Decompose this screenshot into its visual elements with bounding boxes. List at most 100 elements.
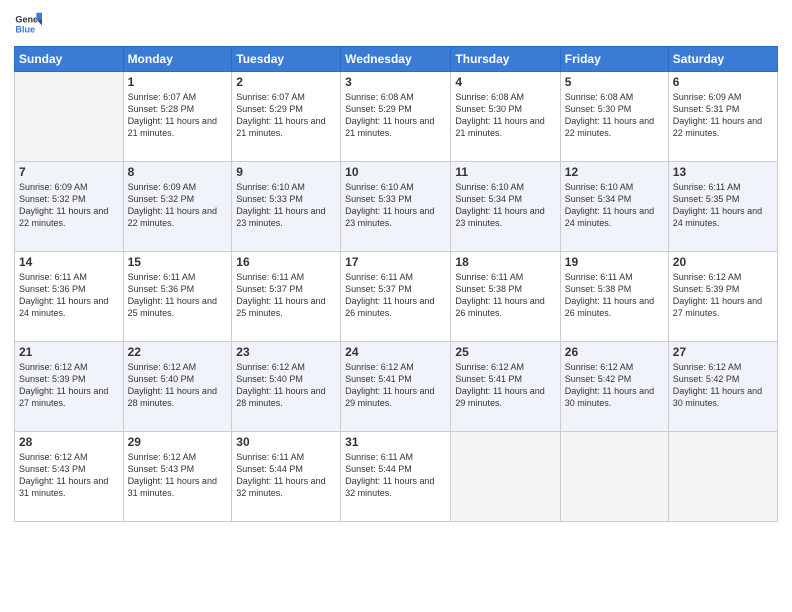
cell-info: Sunrise: 6:12 AMSunset: 5:41 PMDaylight:… bbox=[345, 362, 434, 408]
calendar-cell: 23 Sunrise: 6:12 AMSunset: 5:40 PMDayligh… bbox=[232, 342, 341, 432]
logo: General Blue bbox=[14, 10, 46, 38]
day-number: 18 bbox=[455, 255, 555, 269]
cell-info: Sunrise: 6:10 AMSunset: 5:33 PMDaylight:… bbox=[345, 182, 434, 228]
calendar-cell: 31Sunrise: 6:11 AMSunset: 5:44 PMDayligh… bbox=[341, 432, 451, 522]
day-number: 22 bbox=[128, 345, 228, 359]
calendar-cell: 14 Sunrise: 6:11 AMSunset: 5:36 PMDayligh… bbox=[15, 252, 124, 342]
day-number: 30 bbox=[236, 435, 336, 449]
calendar-cell: 19 Sunrise: 6:11 AMSunset: 5:38 PMDayligh… bbox=[560, 252, 668, 342]
cell-info: Sunrise: 6:11 AMSunset: 5:37 PMDaylight:… bbox=[236, 272, 325, 318]
header: General Blue bbox=[14, 10, 778, 38]
cell-info: Sunrise: 6:10 AMSunset: 5:34 PMDaylight:… bbox=[455, 182, 544, 228]
calendar-cell: 26 Sunrise: 6:12 AMSunset: 5:42 PMDayligh… bbox=[560, 342, 668, 432]
calendar-cell: 17 Sunrise: 6:11 AMSunset: 5:37 PMDayligh… bbox=[341, 252, 451, 342]
day-number: 26 bbox=[565, 345, 664, 359]
calendar-header-friday: Friday bbox=[560, 47, 668, 72]
calendar-week-4: 21 Sunrise: 6:12 AMSunset: 5:39 PMDayligh… bbox=[15, 342, 778, 432]
logo-icon: General Blue bbox=[14, 10, 42, 38]
calendar-cell: 28Sunrise: 6:12 AMSunset: 5:43 PMDayligh… bbox=[15, 432, 124, 522]
cell-info: Sunrise: 6:11 AMSunset: 5:37 PMDaylight:… bbox=[345, 272, 434, 318]
calendar-cell: 6 Sunrise: 6:09 AMSunset: 5:31 PMDaylight… bbox=[668, 72, 777, 162]
cell-info: Sunrise: 6:08 AMSunset: 5:29 PMDaylight:… bbox=[345, 92, 434, 138]
calendar-cell: 18 Sunrise: 6:11 AMSunset: 5:38 PMDayligh… bbox=[451, 252, 560, 342]
calendar-cell: 15 Sunrise: 6:11 AMSunset: 5:36 PMDayligh… bbox=[123, 252, 232, 342]
day-number: 21 bbox=[19, 345, 119, 359]
cell-info: Sunrise: 6:07 AMSunset: 5:28 PMDaylight:… bbox=[128, 92, 217, 138]
day-number: 27 bbox=[673, 345, 773, 359]
calendar-header-row: SundayMondayTuesdayWednesdayThursdayFrid… bbox=[15, 47, 778, 72]
calendar-cell: 25 Sunrise: 6:12 AMSunset: 5:41 PMDayligh… bbox=[451, 342, 560, 432]
calendar-cell: 24 Sunrise: 6:12 AMSunset: 5:41 PMDayligh… bbox=[341, 342, 451, 432]
cell-info: Sunrise: 6:08 AMSunset: 5:30 PMDaylight:… bbox=[455, 92, 544, 138]
calendar-cell bbox=[560, 432, 668, 522]
cell-info: Sunrise: 6:12 AMSunset: 5:42 PMDaylight:… bbox=[673, 362, 762, 408]
cell-info: Sunrise: 6:11 AMSunset: 5:35 PMDaylight:… bbox=[673, 182, 762, 228]
day-number: 14 bbox=[19, 255, 119, 269]
day-number: 10 bbox=[345, 165, 446, 179]
calendar-cell: 20Sunrise: 6:12 AMSunset: 5:39 PMDayligh… bbox=[668, 252, 777, 342]
calendar-cell: 5Sunrise: 6:08 AMSunset: 5:30 PMDaylight… bbox=[560, 72, 668, 162]
day-number: 13 bbox=[673, 165, 773, 179]
cell-info: Sunrise: 6:09 AMSunset: 5:32 PMDaylight:… bbox=[128, 182, 217, 228]
day-number: 29 bbox=[128, 435, 228, 449]
calendar-cell: 2Sunrise: 6:07 AMSunset: 5:29 PMDaylight… bbox=[232, 72, 341, 162]
calendar-header-tuesday: Tuesday bbox=[232, 47, 341, 72]
cell-info: Sunrise: 6:12 AMSunset: 5:39 PMDaylight:… bbox=[673, 272, 762, 318]
day-number: 2 bbox=[236, 75, 336, 89]
day-number: 19 bbox=[565, 255, 664, 269]
cell-info: Sunrise: 6:11 AMSunset: 5:44 PMDaylight:… bbox=[345, 452, 434, 498]
day-number: 24 bbox=[345, 345, 446, 359]
day-number: 3 bbox=[345, 75, 446, 89]
cell-info: Sunrise: 6:11 AMSunset: 5:36 PMDaylight:… bbox=[128, 272, 217, 318]
cell-info: Sunrise: 6:10 AMSunset: 5:34 PMDaylight:… bbox=[565, 182, 654, 228]
cell-info: Sunrise: 6:12 AMSunset: 5:40 PMDaylight:… bbox=[128, 362, 217, 408]
calendar-cell: 8 Sunrise: 6:09 AMSunset: 5:32 PMDaylight… bbox=[123, 162, 232, 252]
calendar-cell: 7 Sunrise: 6:09 AMSunset: 5:32 PMDaylight… bbox=[15, 162, 124, 252]
cell-info: Sunrise: 6:11 AMSunset: 5:36 PMDaylight:… bbox=[19, 272, 108, 318]
calendar-week-5: 28Sunrise: 6:12 AMSunset: 5:43 PMDayligh… bbox=[15, 432, 778, 522]
day-number: 9 bbox=[236, 165, 336, 179]
cell-info: Sunrise: 6:12 AMSunset: 5:40 PMDaylight:… bbox=[236, 362, 325, 408]
svg-text:Blue: Blue bbox=[15, 24, 35, 34]
cell-info: Sunrise: 6:08 AMSunset: 5:30 PMDaylight:… bbox=[565, 92, 654, 138]
calendar-header-monday: Monday bbox=[123, 47, 232, 72]
day-number: 25 bbox=[455, 345, 555, 359]
calendar-cell: 16Sunrise: 6:11 AMSunset: 5:37 PMDayligh… bbox=[232, 252, 341, 342]
calendar-cell: 9 Sunrise: 6:10 AMSunset: 5:33 PMDaylight… bbox=[232, 162, 341, 252]
day-number: 1 bbox=[128, 75, 228, 89]
calendar-cell: 21 Sunrise: 6:12 AMSunset: 5:39 PMDayligh… bbox=[15, 342, 124, 432]
calendar-week-2: 7 Sunrise: 6:09 AMSunset: 5:32 PMDaylight… bbox=[15, 162, 778, 252]
calendar-header-sunday: Sunday bbox=[15, 47, 124, 72]
calendar-cell: 4Sunrise: 6:08 AMSunset: 5:30 PMDaylight… bbox=[451, 72, 560, 162]
cell-info: Sunrise: 6:12 AMSunset: 5:39 PMDaylight:… bbox=[19, 362, 108, 408]
calendar-cell: 30 Sunrise: 6:11 AMSunset: 5:44 PMDayligh… bbox=[232, 432, 341, 522]
calendar-header-wednesday: Wednesday bbox=[341, 47, 451, 72]
day-number: 8 bbox=[128, 165, 228, 179]
cell-info: Sunrise: 6:12 AMSunset: 5:42 PMDaylight:… bbox=[565, 362, 654, 408]
cell-info: Sunrise: 6:11 AMSunset: 5:38 PMDaylight:… bbox=[565, 272, 654, 318]
day-number: 6 bbox=[673, 75, 773, 89]
cell-info: Sunrise: 6:09 AMSunset: 5:31 PMDaylight:… bbox=[673, 92, 762, 138]
calendar-cell: 29Sunrise: 6:12 AMSunset: 5:43 PMDayligh… bbox=[123, 432, 232, 522]
day-number: 12 bbox=[565, 165, 664, 179]
cell-info: Sunrise: 6:11 AMSunset: 5:38 PMDaylight:… bbox=[455, 272, 544, 318]
day-number: 23 bbox=[236, 345, 336, 359]
calendar-cell: 3 Sunrise: 6:08 AMSunset: 5:29 PMDaylight… bbox=[341, 72, 451, 162]
calendar-cell: 13 Sunrise: 6:11 AMSunset: 5:35 PMDayligh… bbox=[668, 162, 777, 252]
cell-info: Sunrise: 6:12 AMSunset: 5:41 PMDaylight:… bbox=[455, 362, 544, 408]
calendar-cell: 12 Sunrise: 6:10 AMSunset: 5:34 PMDayligh… bbox=[560, 162, 668, 252]
calendar-cell bbox=[15, 72, 124, 162]
day-number: 17 bbox=[345, 255, 446, 269]
calendar-header-thursday: Thursday bbox=[451, 47, 560, 72]
cell-info: Sunrise: 6:12 AMSunset: 5:43 PMDaylight:… bbox=[19, 452, 108, 498]
cell-info: Sunrise: 6:10 AMSunset: 5:33 PMDaylight:… bbox=[236, 182, 325, 228]
cell-info: Sunrise: 6:11 AMSunset: 5:44 PMDaylight:… bbox=[236, 452, 325, 498]
calendar-cell: 11Sunrise: 6:10 AMSunset: 5:34 PMDayligh… bbox=[451, 162, 560, 252]
cell-info: Sunrise: 6:09 AMSunset: 5:32 PMDaylight:… bbox=[19, 182, 108, 228]
calendar-week-1: 1 Sunrise: 6:07 AMSunset: 5:28 PMDaylight… bbox=[15, 72, 778, 162]
main-container: General Blue SundayMondayTuesdayWednesda… bbox=[0, 0, 792, 612]
day-number: 15 bbox=[128, 255, 228, 269]
calendar-cell bbox=[451, 432, 560, 522]
day-number: 7 bbox=[19, 165, 119, 179]
calendar-cell: 22 Sunrise: 6:12 AMSunset: 5:40 PMDayligh… bbox=[123, 342, 232, 432]
